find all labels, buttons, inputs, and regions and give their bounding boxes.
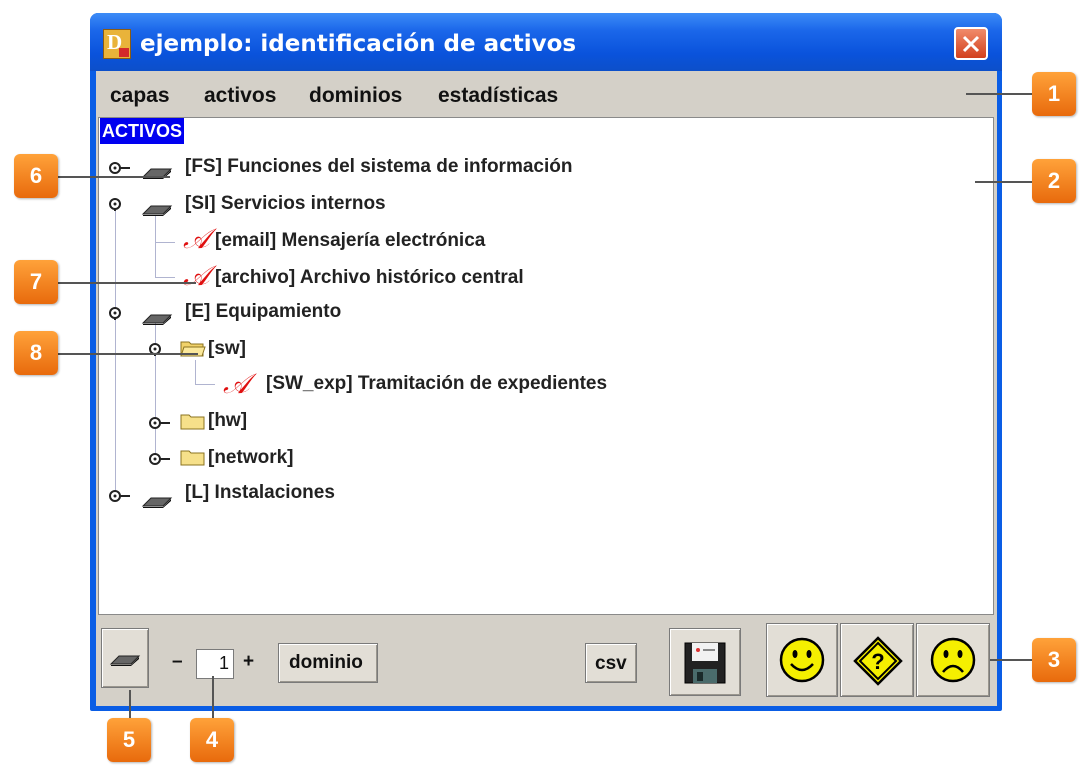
tree-node-hw[interactable]: [hw] bbox=[208, 410, 247, 432]
tree-connector bbox=[155, 277, 175, 278]
tree-root-label[interactable]: ACTIVOS bbox=[100, 118, 185, 144]
callout-badge: 2 bbox=[1032, 159, 1076, 203]
csv-button-label: csv bbox=[595, 653, 627, 674]
folder-icon bbox=[180, 450, 205, 466]
callout-badge: 3 bbox=[1032, 638, 1076, 682]
domain-button-label: dominio bbox=[289, 652, 363, 673]
expand-handle-icon[interactable] bbox=[148, 452, 174, 466]
asset-icon: 𝒜 bbox=[223, 369, 250, 400]
callout-badge: 8 bbox=[14, 331, 58, 375]
tree-node-fs[interactable]: [FS] Funciones del sistema de informació… bbox=[185, 156, 572, 178]
menu-estadisticas[interactable]: estadísticas bbox=[438, 84, 558, 108]
tree-connector bbox=[155, 242, 175, 243]
tree-node-si[interactable]: [SI] Servicios internos bbox=[185, 193, 386, 215]
callout-line bbox=[129, 690, 131, 718]
menu-activos[interactable]: activos bbox=[204, 84, 276, 108]
expand-handle-icon[interactable] bbox=[108, 489, 134, 503]
callout-badge: 4 bbox=[190, 718, 234, 762]
tree-connector bbox=[195, 384, 215, 385]
asset-icon: 𝒜 bbox=[183, 261, 210, 292]
callout-line bbox=[58, 353, 198, 355]
tree-connector bbox=[195, 360, 196, 384]
tree-node-sw-exp[interactable]: [SW_exp] Tramitación de expedientes bbox=[266, 373, 607, 395]
folder-icon bbox=[180, 414, 205, 430]
floppy-disk-icon bbox=[684, 642, 726, 684]
tree-node-email[interactable]: [email] Mensajería electrónica bbox=[215, 230, 485, 252]
callout-badge: 7 bbox=[14, 260, 58, 304]
tree-node-network[interactable]: [network] bbox=[208, 447, 294, 469]
tree-connector bbox=[115, 208, 116, 492]
expanded-handle-icon[interactable] bbox=[108, 306, 134, 320]
callout-line bbox=[990, 659, 1032, 661]
callout-line bbox=[966, 93, 1032, 95]
tree-node-sw[interactable]: [sw] bbox=[208, 338, 246, 360]
expand-handle-icon[interactable] bbox=[108, 161, 134, 175]
menu-capas[interactable]: capas bbox=[110, 84, 170, 108]
sad-face-icon bbox=[930, 637, 976, 683]
callout-line bbox=[212, 676, 214, 718]
svg-text:?: ? bbox=[871, 649, 884, 674]
tree-node-l[interactable]: [L] Instalaciones bbox=[185, 482, 335, 504]
asset-icon: 𝒜 bbox=[183, 224, 210, 255]
save-button[interactable] bbox=[669, 628, 741, 696]
expand-handle-icon[interactable] bbox=[148, 416, 174, 430]
csv-button[interactable]: csv bbox=[585, 643, 637, 683]
question-sign-icon: ? bbox=[853, 636, 903, 686]
expanded-handle-icon[interactable] bbox=[108, 197, 134, 211]
callout-badge: 6 bbox=[14, 154, 58, 198]
tree-node-e[interactable]: [E] Equipamiento bbox=[185, 301, 341, 323]
cancel-button[interactable] bbox=[916, 623, 990, 697]
layer-icon bbox=[109, 655, 141, 666]
layer-icon bbox=[141, 497, 173, 508]
tree-connector bbox=[155, 216, 156, 278]
app-logo-icon: D bbox=[103, 29, 131, 59]
level-decrement-button[interactable]: – bbox=[172, 651, 183, 673]
ok-button[interactable] bbox=[766, 623, 838, 697]
callout-badge: 1 bbox=[1032, 72, 1076, 116]
layer-icon bbox=[141, 314, 173, 325]
asset-tree[interactable] bbox=[98, 117, 994, 615]
layer-icon bbox=[141, 205, 173, 216]
callout-line bbox=[58, 282, 196, 284]
callout-badge: 5 bbox=[107, 718, 151, 762]
folder-open-icon bbox=[180, 341, 206, 357]
close-button[interactable] bbox=[954, 27, 988, 60]
window-title: ejemplo: identificación de activos bbox=[140, 31, 577, 57]
level-input[interactable]: 1 bbox=[196, 649, 234, 679]
menu-dominios[interactable]: dominios bbox=[309, 84, 402, 108]
level-increment-button[interactable]: + bbox=[243, 651, 254, 673]
happy-face-icon bbox=[779, 637, 825, 683]
tree-node-archivo[interactable]: [archivo] Archivo histórico central bbox=[215, 267, 524, 289]
help-button[interactable]: ? bbox=[840, 623, 914, 697]
callout-line bbox=[58, 176, 170, 178]
callout-line bbox=[975, 181, 1032, 183]
domain-button[interactable]: dominio bbox=[278, 643, 378, 683]
layer-button[interactable] bbox=[101, 628, 149, 688]
close-icon bbox=[962, 35, 980, 53]
